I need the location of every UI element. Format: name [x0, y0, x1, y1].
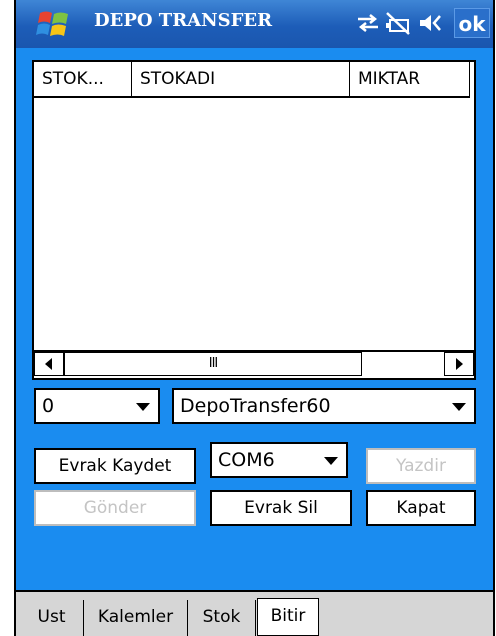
window-title: DEPO TRANSFER: [94, 10, 273, 31]
tab-ust[interactable]: Ust: [20, 600, 84, 636]
ok-button[interactable]: ok: [454, 8, 490, 38]
warehouse-select-value: 0: [42, 395, 55, 417]
print-button[interactable]: Yazdir: [366, 448, 476, 484]
save-document-button[interactable]: Evrak Kaydet: [34, 448, 196, 484]
connectivity-icon[interactable]: [354, 10, 382, 36]
port-select-value: COM6: [218, 449, 275, 471]
warehouse-select[interactable]: 0: [34, 388, 160, 424]
horizontal-scrollbar[interactable]: III: [34, 350, 474, 378]
chevron-down-icon: [452, 403, 466, 411]
document-select-value: DepoTransfer60: [180, 395, 331, 417]
chevron-down-icon: [324, 457, 338, 465]
items-list-view[interactable]: STOK... STOKADI MIKTAR III: [32, 60, 476, 380]
form-body: STOK... STOKADI MIKTAR III 0 DepoTransfe…: [16, 48, 493, 590]
column-header-quantity[interactable]: MIKTAR: [350, 62, 470, 98]
close-button[interactable]: Kapat: [366, 490, 476, 526]
scrollbar-thumb[interactable]: III: [64, 352, 362, 376]
tab-bar: Ust Kalemler Stok Bitir: [16, 590, 493, 636]
left-arrow-icon: [45, 358, 52, 370]
chevron-down-icon: [136, 403, 150, 411]
send-button[interactable]: Gönder: [34, 490, 196, 526]
windows-start-icon[interactable]: [36, 10, 70, 40]
delete-document-button[interactable]: Evrak Sil: [210, 490, 352, 526]
battery-icon[interactable]: [384, 10, 412, 36]
tab-kalemler[interactable]: Kalemler: [84, 600, 188, 636]
scroll-left-button[interactable]: [34, 352, 64, 376]
screen: DEPO TRANSFER ok STOK... STOKADI MIKTAR: [0, 0, 496, 636]
column-header-stock-name[interactable]: STOKADI: [132, 62, 350, 98]
speaker-icon[interactable]: [418, 10, 446, 36]
port-select[interactable]: COM6: [210, 442, 348, 478]
document-select[interactable]: DepoTransfer60: [172, 388, 476, 424]
right-arrow-icon: [456, 358, 463, 370]
tab-bitir[interactable]: Bitir: [257, 598, 319, 636]
device-frame: DEPO TRANSFER ok STOK... STOKADI MIKTAR: [14, 0, 495, 636]
tab-stok[interactable]: Stok: [188, 600, 256, 636]
column-header-stock-code[interactable]: STOK...: [34, 62, 132, 98]
scroll-right-button[interactable]: [444, 352, 474, 376]
title-bar: DEPO TRANSFER ok: [16, 0, 493, 48]
